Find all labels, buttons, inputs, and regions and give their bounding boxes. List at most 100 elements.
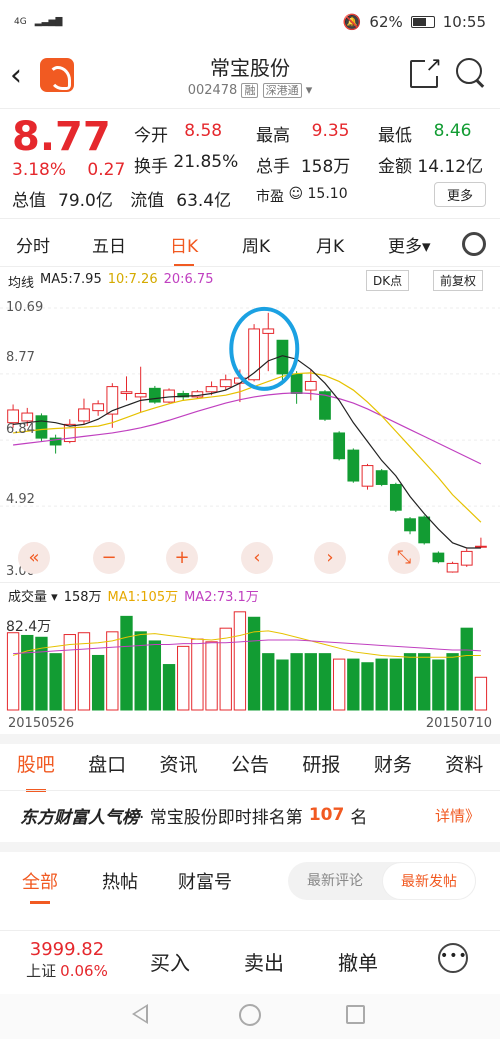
nav-home-icon[interactable] bbox=[239, 1004, 261, 1026]
open-label: 今开 bbox=[134, 126, 168, 146]
index-ticker[interactable]: 3999.82 上证 0.06% bbox=[8, 939, 126, 981]
end-date: 20150710 bbox=[425, 716, 492, 731]
volume-bar bbox=[304, 653, 317, 711]
search-icon[interactable] bbox=[456, 58, 486, 88]
popularity-rank[interactable]: 东方财富人气榜 · 常宝股份即时排名第 107 名 详情》 bbox=[0, 798, 500, 832]
share-icon[interactable] bbox=[410, 52, 442, 88]
tab-five-day[interactable]: 五日 bbox=[92, 232, 126, 257]
volume-total: 158万 bbox=[63, 590, 102, 605]
candle-body bbox=[92, 403, 105, 412]
buy-button[interactable]: 买入 bbox=[150, 947, 190, 976]
tab-orderbook[interactable]: 盘口 bbox=[71, 748, 142, 788]
open-value: 8.58 bbox=[184, 121, 223, 141]
last-price: 8.77 bbox=[12, 114, 111, 160]
volume-chart[interactable] bbox=[0, 604, 500, 712]
volume-bar bbox=[219, 627, 232, 711]
zoom-in-button[interactable]: + bbox=[166, 542, 198, 574]
clock: 10:55 bbox=[442, 13, 486, 31]
cancel-order-button[interactable]: 撤单 bbox=[338, 947, 378, 976]
more-dots-icon[interactable]: ••• bbox=[438, 943, 468, 973]
dk-point-button[interactable]: DK点 bbox=[366, 270, 410, 291]
divider bbox=[0, 790, 500, 791]
volume-bar bbox=[205, 641, 218, 711]
index-name: 上证 bbox=[26, 962, 57, 980]
sort-latest-comment[interactable]: 最新评论 bbox=[288, 862, 382, 900]
candle-body bbox=[418, 516, 431, 544]
scroll-right-button[interactable]: › bbox=[314, 542, 346, 574]
tab-minute[interactable]: 分时 bbox=[16, 232, 50, 257]
battery-percent: 62% bbox=[369, 13, 403, 31]
volume-bar bbox=[21, 634, 34, 711]
candle-body bbox=[389, 483, 402, 511]
tab-weekly-k[interactable]: 周K bbox=[242, 232, 270, 257]
pe-info-icon[interactable]: ☺ bbox=[288, 186, 303, 206]
zoom-out-button[interactable]: − bbox=[93, 542, 125, 574]
volume-bar bbox=[389, 658, 403, 711]
rank-unit: 名 bbox=[350, 807, 368, 828]
nav-recent-icon[interactable] bbox=[346, 1005, 365, 1024]
quote-grid: 今开 8.58 最高 9.35 最低 8.46 换手 21.85% 总手 158… bbox=[134, 118, 483, 211]
tab-monthly-k[interactable]: 月K bbox=[316, 232, 344, 257]
volume-legend: 成交量 ▾ 158万 MA1:105万 MA2:73.1万 bbox=[8, 586, 259, 605]
volume-bar bbox=[446, 653, 459, 711]
network-label: 4G bbox=[14, 17, 27, 27]
candle-body bbox=[219, 379, 232, 388]
ma20-value: 20:6.75 bbox=[163, 272, 214, 287]
quote-panel: 8.77 3.18% 0.27 总值 79.0亿 流值 63.4亿 今开 8.58 … bbox=[0, 112, 500, 216]
tab-forum[interactable]: 股吧 bbox=[0, 748, 71, 792]
volume-bar bbox=[177, 645, 190, 711]
tab-finance[interactable]: 财务 bbox=[357, 748, 428, 788]
volume-bar bbox=[162, 664, 176, 711]
candle-body bbox=[404, 518, 416, 532]
fullscreen-button[interactable]: ⤡ bbox=[388, 542, 420, 574]
ma5-value: MA5:7.95 bbox=[40, 272, 102, 287]
volume-bar bbox=[106, 631, 119, 711]
adjust-button[interactable]: 前复权 bbox=[433, 270, 484, 291]
candle-body bbox=[333, 432, 346, 460]
ma20-line bbox=[13, 392, 482, 465]
start-date: 20150526 bbox=[8, 716, 75, 731]
tab-research[interactable]: 研报 bbox=[286, 748, 357, 788]
candle-body bbox=[78, 408, 90, 422]
tab-more[interactable]: 更多▾ bbox=[388, 232, 431, 257]
amount-value: 14.12亿 bbox=[417, 157, 484, 177]
tab-daily-k[interactable]: 日K bbox=[170, 232, 198, 267]
tab-profile[interactable]: 资料 bbox=[429, 748, 500, 788]
dropdown-icon[interactable]: ▾ bbox=[306, 83, 313, 98]
volume-bar bbox=[347, 658, 360, 711]
low-value: 8.46 bbox=[433, 121, 472, 141]
divider bbox=[0, 582, 500, 583]
pe-value: 15.10 bbox=[307, 185, 348, 202]
sell-button[interactable]: 卖出 bbox=[244, 947, 284, 976]
volume-selector[interactable]: 成交量 ▾ bbox=[8, 586, 58, 605]
divider bbox=[0, 108, 500, 109]
quote-row: 市盈 ☺ 15.10 bbox=[134, 180, 483, 211]
candlestick-chart[interactable] bbox=[0, 292, 500, 582]
index-value: 3999.82 bbox=[29, 939, 105, 960]
gear-icon[interactable] bbox=[462, 232, 486, 256]
volume-bar bbox=[332, 658, 346, 711]
volume-bar bbox=[276, 659, 289, 711]
rank-text: · 常宝股份即时排名第 bbox=[139, 807, 303, 828]
network-indicator: 4G ▂▃▅▇ bbox=[14, 17, 62, 27]
scroll-left-button[interactable]: ‹ bbox=[241, 542, 273, 574]
tab-news[interactable]: 资讯 bbox=[143, 748, 214, 788]
rank-detail-link[interactable]: 详情》 bbox=[435, 805, 480, 826]
candle-body bbox=[106, 386, 119, 415]
candle-body bbox=[21, 412, 34, 422]
mute-icon: 🔕 bbox=[342, 13, 362, 31]
tab-all[interactable]: 全部 bbox=[22, 868, 58, 904]
volume-bar bbox=[262, 653, 275, 711]
volume-bar bbox=[418, 653, 431, 711]
tab-announcements[interactable]: 公告 bbox=[214, 748, 285, 788]
tab-hot[interactable]: 热帖 bbox=[102, 868, 138, 894]
candle-body bbox=[205, 386, 218, 393]
candle-body bbox=[120, 391, 133, 394]
y-tick-label: 4.92 bbox=[6, 492, 35, 507]
candle-body bbox=[163, 389, 175, 403]
more-button[interactable]: 更多 bbox=[433, 182, 486, 207]
tab-fortune-account[interactable]: 财富号 bbox=[178, 868, 232, 894]
sort-latest-post[interactable]: 最新发帖 bbox=[382, 862, 476, 900]
scroll-start-button[interactable]: « bbox=[18, 542, 50, 574]
nav-back-icon[interactable] bbox=[132, 1004, 148, 1024]
